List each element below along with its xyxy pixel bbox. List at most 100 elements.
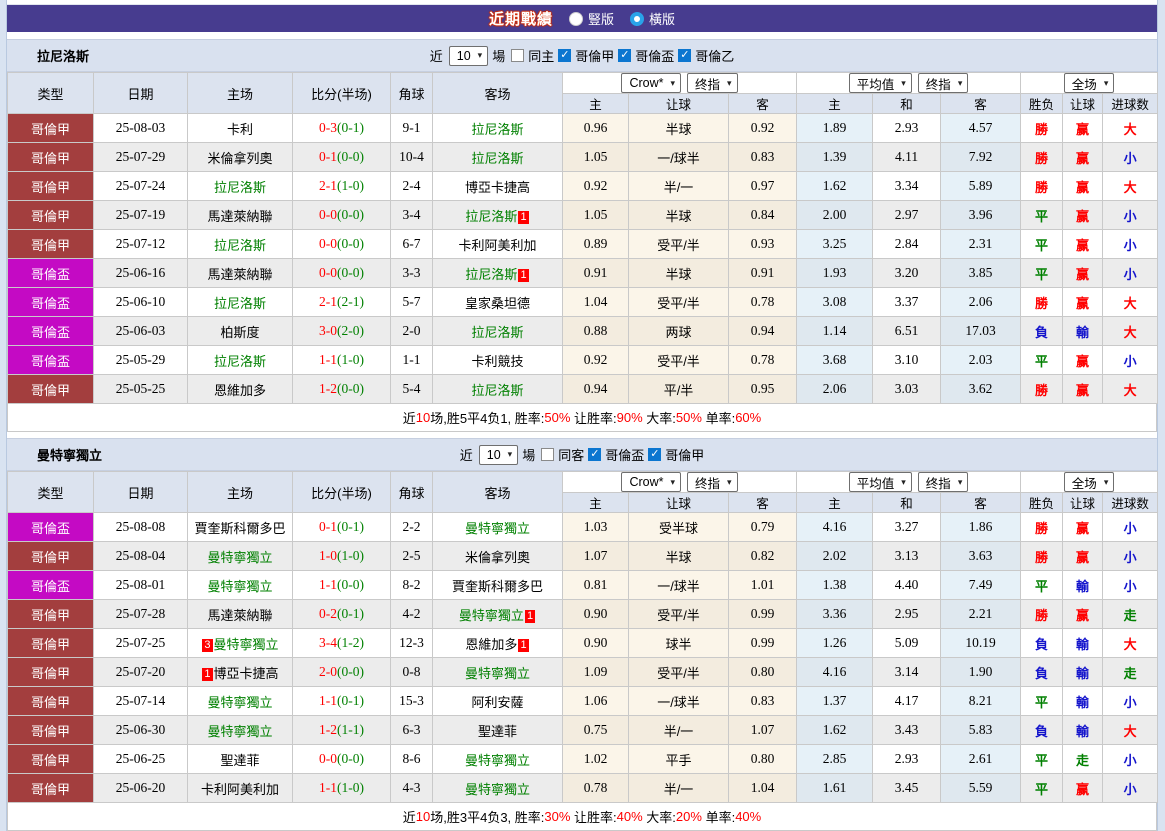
radio-vertical-icon[interactable] [568,11,583,26]
league-badge: 哥倫甲 [7,599,94,629]
corner-cell: 4-2 [390,599,433,629]
date-cell: 25-08-04 [93,541,188,571]
bookmaker-select[interactable]: Crow* ▾ [621,472,682,492]
euro-avg-select[interactable]: 平均值 ▾ [848,472,912,492]
handicap-away-odds: 1.07 [727,715,798,745]
home-team-cell: 賈奎斯科爾多巴 [187,512,293,542]
odds-subcolumn-header: 客 [940,93,1022,114]
column-header: 主场 [187,471,293,513]
halftime-score: (0-0) [337,265,364,280]
euro-away-odds: 5.59 [940,773,1022,803]
match-result-cell: 勝 [1020,599,1064,629]
handicap-home-odds: 0.89 [562,229,629,259]
away-team-name: 拉尼洛斯 [471,121,524,137]
handicap-line: 受半球 [628,512,729,542]
league-filter-checkbox[interactable] [588,448,602,461]
summary-segment: 20% [675,809,702,824]
fulltime-score: 1-1 [319,693,337,708]
league-filter-checkbox[interactable] [558,49,572,62]
away-team-cell: 米倫拿列奧 [432,541,563,571]
summary-segment: 50% [544,410,571,425]
handicap-result-cell: 輸 [1062,686,1104,716]
match-result-cell: 負 [1020,316,1064,346]
layout-option-vertical[interactable]: 豎版 [568,9,614,28]
corner-cell: 0-8 [390,657,433,687]
handicap-result-cell: 赢 [1062,113,1104,143]
chevron-down-icon: ▾ [507,449,513,459]
bookmaker-select[interactable]: Crow* ▾ [621,73,682,93]
goals-result-cell: 小 [1102,570,1159,600]
league-filter-checkbox[interactable] [678,49,692,62]
match-row: 哥倫甲 25-07-14 曼特寧獨立 1-1(0-1) 15-3 阿利安薩 1.06 一/球半… [7,686,1159,716]
league-filter-checkbox[interactable] [618,49,632,62]
date-cell: 25-05-29 [93,345,188,375]
handicap-line: 半球 [628,541,729,571]
fulltime-score: 0-1 [319,149,337,164]
handicap-result-cell: 赢 [1062,374,1104,404]
handicap-odds-time-select[interactable]: 终指 ▾ [687,472,738,492]
euro-away-odds: 4.57 [940,113,1022,143]
layout-option-horizontal[interactable]: 橫版 [630,9,675,28]
handicap-odds-time-select[interactable]: 终指 ▾ [687,73,738,93]
euro-avg-select[interactable]: 平均值 ▾ [848,73,912,93]
away-team-cell: 博亞卡捷高 [432,171,563,201]
radio-horizontal-icon[interactable] [630,11,644,26]
corner-cell: 8-6 [390,744,433,774]
league-badge: 哥倫盃 [7,512,94,542]
goals-result-cell: 大 [1102,628,1159,658]
scope-select[interactable]: 全场 ▾ [1063,73,1115,93]
away-team-name: 卡利競技 [471,353,524,369]
handicap-line: 两球 [628,316,729,346]
goals-result-cell: 小 [1102,686,1159,716]
league-filter-checkbox[interactable] [648,448,662,461]
euro-draw-odds: 6.51 [872,316,942,346]
date-cell: 25-07-24 [93,171,188,201]
match-result-cell: 勝 [1020,142,1064,172]
away-team-cell: 卡利競技 [432,345,563,375]
handicap-away-odds: 0.94 [727,316,798,346]
home-team-name: 卡利 [226,121,253,137]
handicap-line: 半球 [628,200,729,230]
column-header: 角球 [390,471,433,513]
goals-result-cell: 小 [1102,512,1159,542]
goals-result-cell: 小 [1102,541,1159,571]
date-cell: 25-08-03 [93,113,188,143]
euro-draw-odds: 3.27 [872,512,942,542]
scope-select[interactable]: 全场 ▾ [1063,472,1115,492]
handicap-line: 平手 [628,744,729,774]
match-count-select[interactable]: 10 ▾ [448,45,489,66]
away-team-name: 曼特寧獨立 [464,781,530,797]
halftime-score: (1-0) [337,548,364,563]
same-venue-checkbox[interactable] [511,49,525,62]
euro-draw-odds: 2.93 [872,113,942,143]
match-count-select[interactable]: 10 ▾ [478,444,519,465]
halftime-score: (0-1) [337,120,364,135]
league-filter-label: 哥倫盃 [635,49,675,64]
handicap-home-odds: 0.90 [562,599,629,629]
handicap-line: 受平/半 [628,287,729,317]
corner-cell: 1-1 [390,345,433,375]
euro-home-odds: 2.00 [796,200,874,230]
home-team-name: 曼特寧獨立 [207,694,273,710]
euro-home-odds: 4.16 [796,657,874,687]
goals-result-cell: 小 [1102,200,1159,230]
summary-segment: 近 [402,411,416,426]
euro-away-odds: 3.85 [940,258,1022,288]
score-cell: 0-3(0-1) [292,113,391,143]
odds-group-header: 平均值 ▾ 终指 ▾ [796,471,1022,493]
handicap-home-odds: 0.78 [562,773,629,803]
handicap-result-cell: 赢 [1062,258,1104,288]
handicap-home-odds: 0.81 [562,570,629,600]
euro-odds-time-select[interactable]: 终指 ▾ [917,73,969,93]
euro-odds-time-select[interactable]: 终指 ▾ [917,472,969,492]
match-row: 哥倫甲 25-06-30 曼特寧獨立 1-2(1-1) 6-3 聖達菲 0.75 半/一 1.0… [7,715,1159,745]
league-badge: 哥倫甲 [7,142,94,172]
handicap-result-cell: 走 [1062,744,1104,774]
handicap-result-cell: 赢 [1062,200,1104,230]
same-venue-checkbox[interactable] [541,448,555,461]
handicap-line: 一/球半 [628,686,729,716]
euro-away-odds: 1.86 [940,512,1022,542]
home-team-name: 馬達萊納聯 [207,208,273,224]
goals-result-cell: 大 [1102,171,1159,201]
fulltime-score: 1-1 [319,577,337,592]
